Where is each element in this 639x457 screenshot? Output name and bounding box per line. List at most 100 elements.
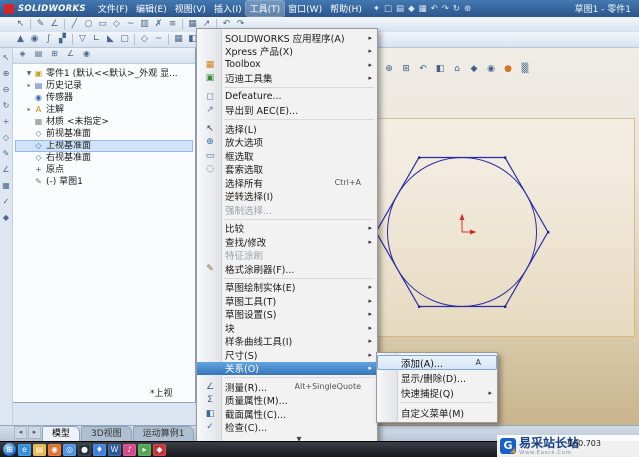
menu-item[interactable]: 特征涂刷 <box>197 249 377 262</box>
tab-model[interactable]: 模型 <box>42 426 81 441</box>
tab-scroll-right-button[interactable]: ▸ <box>28 426 41 439</box>
select-icon[interactable]: ↖ <box>1 52 12 63</box>
open-file-icon[interactable]: ▤ <box>394 4 406 14</box>
chrome-icon[interactable]: ◎ <box>63 443 76 456</box>
tree-item-front-plane[interactable]: ◇ 前视基准面 <box>15 128 193 140</box>
zoom-in-icon[interactable]: ⊕ <box>1 68 12 79</box>
previous-view-icon[interactable]: ↶ <box>416 62 430 76</box>
menu-edit[interactable]: 编辑(E) <box>132 1 171 16</box>
menu-item[interactable]: ▣ 迈迪工具集 <box>197 72 377 85</box>
menu-item[interactable]: SOLIDWORKS 应用程序(A) <box>197 31 377 45</box>
save-icon[interactable]: ◆ <box>406 4 417 14</box>
zoom-area-icon[interactable]: ⊞ <box>399 62 413 76</box>
menu-item[interactable]: ✓ 检查(C)... <box>197 421 377 434</box>
rotate-view-icon[interactable]: ↻ <box>1 100 12 111</box>
submenu-item-add-relation[interactable]: 添加(A)... A <box>377 355 497 370</box>
menu-item[interactable]: ✎ 格式涂刷器(F)... <box>197 262 377 276</box>
menu-item[interactable]: ↗ 导出到 AEC(E)... <box>197 104 377 117</box>
menu-item[interactable]: 草图绘制实体(E) <box>197 281 377 294</box>
undo-icon[interactable]: ↶ <box>429 4 440 14</box>
rectangle-icon[interactable]: ▭ <box>96 18 109 31</box>
feature-manager-tab[interactable]: ◈ <box>16 48 29 60</box>
check-icon[interactable]: ✓ <box>1 196 12 207</box>
solidworks-task-icon[interactable]: ◆ <box>153 443 166 456</box>
menu-item[interactable]: ▭ 框选取 <box>197 149 377 163</box>
print-icon[interactable]: ▦ <box>417 4 429 14</box>
pin-icon[interactable]: ✦ <box>371 4 382 14</box>
grid-icon[interactable]: ▦ <box>1 180 12 191</box>
appearances-icon[interactable]: ● <box>501 62 515 76</box>
pan-icon[interactable]: + <box>1 116 12 127</box>
tree-item-top-plane[interactable]: ◇ 上视基准面 <box>15 140 193 152</box>
sketch-icon[interactable]: ✎ <box>1 148 12 159</box>
swept-boss-icon[interactable]: ∫ <box>42 33 55 46</box>
dimxpert-manager-tab[interactable]: ∠ <box>64 48 77 60</box>
line-icon[interactable]: ╱ <box>68 18 81 31</box>
menu-item[interactable]: ↖ 选择(L) <box>197 122 377 136</box>
options-icon[interactable]: ⊛ <box>462 4 473 14</box>
display-manager-tab[interactable]: ◉ <box>80 48 93 60</box>
select-tool-icon[interactable]: ↖ <box>14 18 27 31</box>
menu-window[interactable]: 窗口(W) <box>284 1 326 16</box>
word-icon[interactable]: W <box>108 443 121 456</box>
start-button[interactable]: ⊞ <box>3 443 16 456</box>
tab-scroll-left-button[interactable]: ◂ <box>14 426 27 439</box>
tree-item-origin[interactable]: + 原点 <box>15 164 193 176</box>
menu-item[interactable]: 逆转选择(I) <box>197 190 377 203</box>
reference-geometry-icon[interactable]: ◇ <box>138 33 151 46</box>
menu-item[interactable]: ◌ 套索选取 <box>197 163 377 176</box>
curves-icon[interactable]: ~ <box>152 33 165 46</box>
chamfer-icon[interactable]: ◣ <box>104 33 117 46</box>
submenu-item-display-delete[interactable]: 显示/删除(D)... <box>377 370 497 385</box>
dimension-icon[interactable]: ∠ <box>1 164 12 175</box>
redo-icon[interactable]: ↷ <box>440 4 451 14</box>
menu-item[interactable]: 块 <box>197 321 377 335</box>
menu-item[interactable]: ▦ Toolbox <box>197 58 377 72</box>
menu-view[interactable]: 视图(V) <box>171 1 210 16</box>
tree-item-history[interactable]: ▸ ▤ 历史记录 <box>15 80 193 92</box>
circle-icon[interactable]: ○ <box>82 18 95 31</box>
sketch-origin[interactable] <box>459 213 477 235</box>
offset-entities-icon[interactable]: ≡ <box>166 18 179 31</box>
tree-expander-icon[interactable]: ▸ <box>25 104 33 116</box>
revolve-boss-icon[interactable]: ◉ <box>28 33 41 46</box>
menu-item[interactable]: Xpress 产品(X) <box>197 45 377 58</box>
view-orientation-icon[interactable]: ⌂ <box>450 62 464 76</box>
zoom-fit-icon[interactable]: ⊕ <box>382 62 396 76</box>
sketch-tool-icon[interactable]: ✎ <box>34 18 47 31</box>
tree-item-part-root[interactable]: ▼ ▣ 零件1 (默认<<默认>_外观 显... <box>15 68 193 80</box>
extruded-cut-icon[interactable]: ▽ <box>76 33 89 46</box>
explorer-icon[interactable]: ▤ <box>33 443 46 456</box>
display-icon[interactable]: ◆ <box>1 212 12 223</box>
zoom-out-icon[interactable]: ⊖ <box>1 84 12 95</box>
lofted-boss-icon[interactable]: ▞ <box>56 33 69 46</box>
media-player-icon[interactable]: ◉ <box>48 443 61 456</box>
tree-item-annotations[interactable]: ▸ A 注解 <box>15 104 193 116</box>
ie-icon[interactable]: e <box>18 443 31 456</box>
menu-item[interactable]: ◧ 截面属性(C)... <box>197 407 377 421</box>
video-icon[interactable]: ▸ <box>138 443 151 456</box>
menu-item[interactable]: 查找/修改 <box>197 235 377 249</box>
section-view-icon[interactable]: ◧ <box>433 62 447 76</box>
menu-help[interactable]: 帮助(H) <box>326 1 366 16</box>
hide-show-icon[interactable]: ◉ <box>484 62 498 76</box>
rebuild-icon[interactable]: ↻ <box>451 4 462 14</box>
menu-item[interactable]: ⊕ 放大选项 <box>197 136 377 149</box>
shell-icon[interactable]: ▢ <box>118 33 131 46</box>
menu-item[interactable]: ∠ 测量(R)... Alt+SingleQuote <box>197 380 377 394</box>
menu-item[interactable]: 关系(O) <box>197 361 377 375</box>
tree-item-right-plane[interactable]: ◇ 右视基准面 <box>15 152 193 164</box>
menu-insert[interactable]: 插入(I) <box>210 1 246 16</box>
music-icon[interactable]: ♪ <box>123 443 136 456</box>
menu-item[interactable]: 草图设置(S) <box>197 308 377 321</box>
tree-item-sketch1[interactable]: ✎ (-) 草图1 <box>15 176 193 188</box>
smart-dimension-icon[interactable]: ∠ <box>48 18 61 31</box>
configuration-manager-tab[interactable]: ⊞ <box>48 48 61 60</box>
menu-item[interactable]: Σ 质量属性(M)... <box>197 394 377 407</box>
trim-entities-icon[interactable]: ✗ <box>152 18 165 31</box>
fillet-icon[interactable]: ∟ <box>90 33 103 46</box>
mirror-entities-icon[interactable]: ▥ <box>138 18 151 31</box>
tab-3d-views[interactable]: 3D视图 <box>81 426 132 441</box>
menu-item[interactable]: 尺寸(S) <box>197 348 377 362</box>
polygon-icon[interactable]: ◇ <box>110 18 123 31</box>
